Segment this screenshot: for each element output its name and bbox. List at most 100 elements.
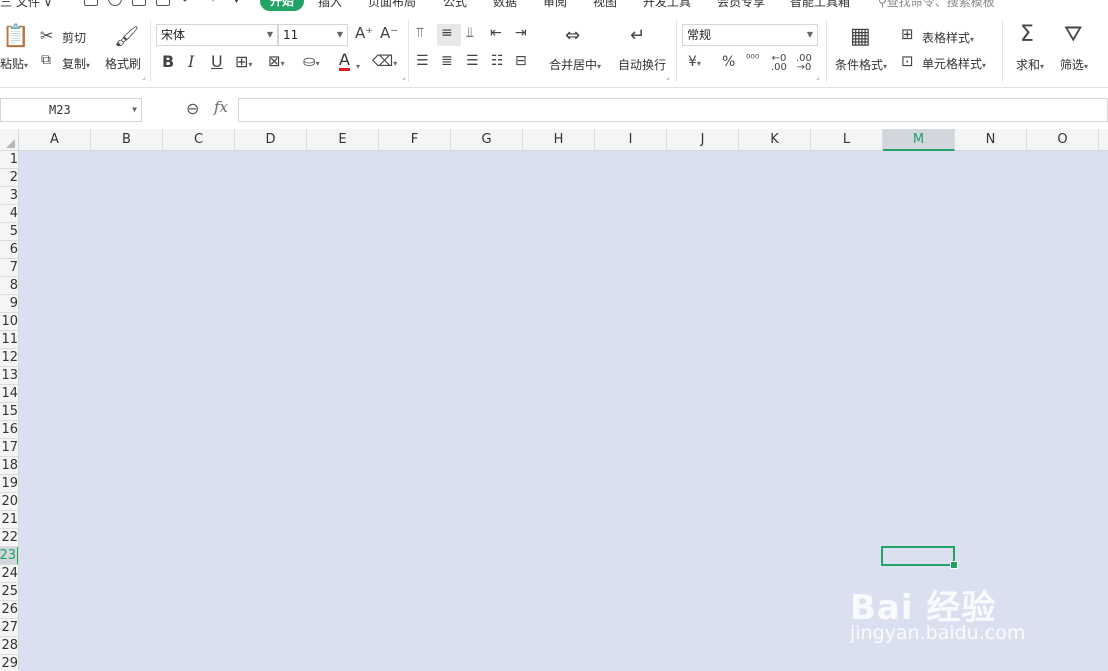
number-format-select[interactable]: 常规 ▼: [682, 24, 818, 46]
save-icon[interactable]: [84, 0, 98, 6]
tab-start[interactable]: 开始: [260, 0, 304, 11]
print-icon[interactable]: [132, 0, 146, 6]
decrease-indent-icon[interactable]: ⇤: [490, 26, 502, 40]
row-header-18[interactable]: 18: [0, 457, 18, 475]
align-top-icon[interactable]: ⫪: [416, 26, 424, 40]
row-header-6[interactable]: 6: [0, 241, 18, 259]
paste-icon[interactable]: 📋: [2, 26, 29, 48]
format-painter-button[interactable]: 格式刷: [105, 55, 141, 72]
tab-review[interactable]: 审阅: [543, 0, 567, 10]
tab-insert[interactable]: 插入: [318, 0, 342, 10]
font-name-select[interactable]: 宋体 ▼: [156, 24, 278, 46]
decrease-font-icon[interactable]: A⁻: [380, 26, 398, 41]
chevron-down-icon[interactable]: ▼: [132, 99, 137, 121]
column-header-l[interactable]: L: [811, 129, 883, 151]
clear-format-icon[interactable]: ⌫▾: [372, 54, 397, 69]
tab-data[interactable]: 数据: [493, 0, 517, 10]
conditional-format-button[interactable]: 条件格式▾: [835, 56, 887, 73]
paste-button[interactable]: 粘贴▾: [0, 55, 28, 72]
align-bottom-icon[interactable]: ⫫: [466, 26, 474, 40]
number-launcher-icon[interactable]: ⌟: [816, 72, 820, 81]
sum-button[interactable]: 求和▾: [1016, 56, 1044, 73]
border-icon[interactable]: ⊞▾: [235, 54, 252, 70]
align-right-icon[interactable]: ☰: [466, 54, 479, 68]
bold-icon[interactable]: B: [162, 54, 174, 70]
tab-developer[interactable]: 开发工具: [643, 0, 691, 10]
column-header-c[interactable]: C: [163, 129, 235, 151]
row-header-12[interactable]: 12: [0, 349, 18, 367]
row-header-29[interactable]: 29: [0, 655, 18, 671]
row-header-16[interactable]: 16: [0, 421, 18, 439]
column-header-o[interactable]: O: [1027, 129, 1099, 151]
currency-icon[interactable]: ¥▾: [688, 55, 701, 69]
row-header-14[interactable]: 14: [0, 385, 18, 403]
select-all-button[interactable]: [0, 129, 19, 151]
wrap-text-button[interactable]: 自动换行: [618, 56, 666, 73]
row-header-19[interactable]: 19: [0, 475, 18, 493]
name-box[interactable]: M23 ▼: [0, 98, 142, 122]
underline-icon[interactable]: U: [211, 54, 223, 70]
column-header-b[interactable]: B: [91, 129, 163, 151]
row-header-4[interactable]: 4: [0, 205, 18, 223]
cut-button[interactable]: 剪切: [62, 29, 86, 46]
row-header-27[interactable]: 27: [0, 619, 18, 637]
insert-function-icon[interactable]: fx: [214, 98, 228, 116]
column-header-n[interactable]: N: [955, 129, 1027, 151]
italic-icon[interactable]: I: [188, 54, 194, 70]
tab-smart-tools[interactable]: 智能工具箱: [790, 0, 850, 10]
tab-formulas[interactable]: 公式: [443, 0, 467, 10]
row-header-17[interactable]: 17: [0, 439, 18, 457]
align-center-icon[interactable]: ≣: [441, 54, 453, 68]
column-header-k[interactable]: K: [739, 129, 811, 151]
row-header-1[interactable]: 1: [0, 151, 18, 169]
row-header-25[interactable]: 25: [0, 583, 18, 601]
active-cell[interactable]: [881, 546, 958, 569]
percent-icon[interactable]: %: [722, 55, 735, 69]
row-header-24[interactable]: 24: [0, 565, 18, 583]
font-size-select[interactable]: 11 ▼: [278, 24, 348, 46]
decrease-decimal-icon[interactable]: .00 →0: [796, 54, 812, 73]
table-style-button[interactable]: 表格样式▾: [922, 29, 974, 46]
row-header-11[interactable]: 11: [0, 331, 18, 349]
column-header-m[interactable]: M: [883, 129, 955, 151]
column-header-j[interactable]: J: [667, 129, 739, 151]
row-header-2[interactable]: 2: [0, 169, 18, 187]
justify-icon[interactable]: ☷: [491, 54, 504, 68]
increase-decimal-icon[interactable]: ←0.00: [771, 54, 787, 73]
row-header-15[interactable]: 15: [0, 403, 18, 421]
row-header-28[interactable]: 28: [0, 637, 18, 655]
increase-indent-icon[interactable]: ⇥: [515, 26, 527, 40]
command-search[interactable]: ⚲查找命令、搜索模板: [878, 0, 995, 10]
zoom-formula-icon[interactable]: ⊖: [186, 99, 199, 118]
align-left-icon[interactable]: ☰: [416, 54, 429, 68]
column-header-e[interactable]: E: [307, 129, 379, 151]
undo-icon[interactable]: ↶: [182, 0, 192, 7]
tab-member[interactable]: 会员专享: [717, 0, 765, 10]
distributed-align-icon[interactable]: ⊟: [515, 54, 527, 68]
redo-icon[interactable]: ↷: [206, 0, 216, 7]
row-header-13[interactable]: 13: [0, 367, 18, 385]
merge-center-button[interactable]: 合并居中▾: [549, 56, 601, 73]
column-header-d[interactable]: D: [235, 129, 307, 151]
export-icon[interactable]: [108, 0, 122, 6]
row-header-20[interactable]: 20: [0, 493, 18, 511]
formula-input[interactable]: [238, 98, 1108, 122]
quick-access-dropdown-icon[interactable]: ▼: [233, 0, 240, 5]
copy-button[interactable]: 复制▾: [62, 55, 90, 72]
row-header-7[interactable]: 7: [0, 259, 18, 277]
row-header-9[interactable]: 9: [0, 295, 18, 313]
filter-button[interactable]: 筛选▾: [1060, 56, 1088, 73]
row-header-5[interactable]: 5: [0, 223, 18, 241]
column-header-i[interactable]: I: [595, 129, 667, 151]
tab-view[interactable]: 视图: [593, 0, 617, 10]
row-header-21[interactable]: 21: [0, 511, 18, 529]
align-middle-icon[interactable]: ≡: [441, 26, 453, 40]
row-header-22[interactable]: 22: [0, 529, 18, 547]
row-header-3[interactable]: 3: [0, 187, 18, 205]
row-header-8[interactable]: 8: [0, 277, 18, 295]
row-header-23[interactable]: 23: [0, 547, 18, 565]
alignment-launcher-icon[interactable]: ⌟: [666, 72, 670, 81]
cell-style-button[interactable]: 单元格样式▾: [922, 55, 986, 72]
row-header-10[interactable]: 10: [0, 313, 18, 331]
thousands-separator-icon[interactable]: ⁰⁰⁰: [746, 53, 759, 64]
